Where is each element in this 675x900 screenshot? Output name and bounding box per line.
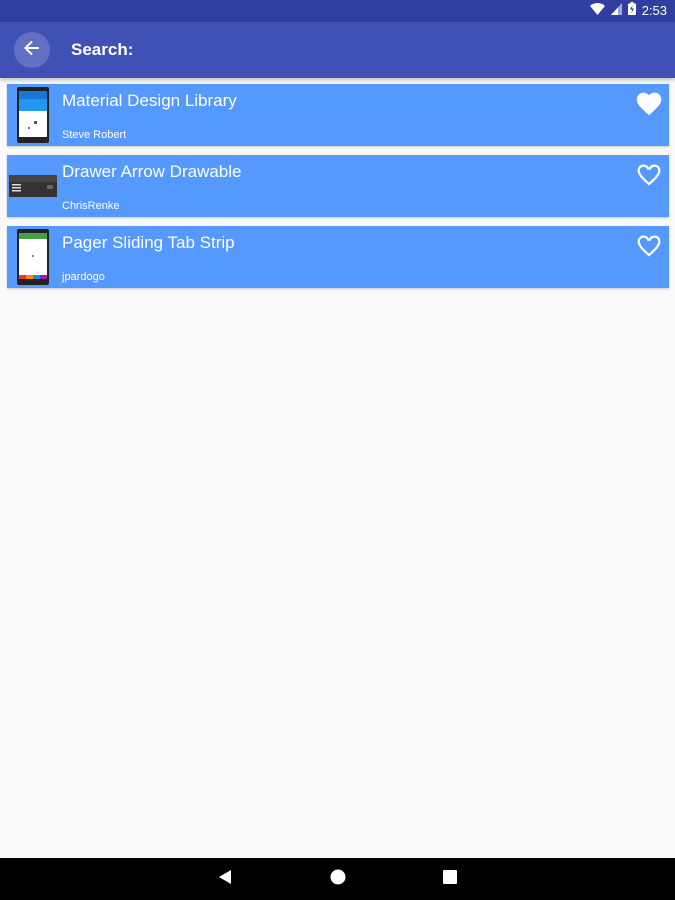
status-icons: 2:53	[589, 2, 667, 20]
item-title: Pager Sliding Tab Strip	[62, 233, 235, 252]
item-title: Drawer Arrow Drawable	[62, 162, 242, 181]
item-author: jpardogo	[62, 271, 105, 283]
back-button[interactable]	[14, 32, 50, 68]
signal-icon	[610, 2, 622, 20]
library-thumbnail	[9, 86, 57, 144]
nav-recents-button[interactable]	[441, 869, 459, 889]
list-item[interactable]: Drawer Arrow Drawable ChrisRenke	[7, 155, 669, 217]
item-author: ChrisRenke	[62, 200, 120, 212]
library-thumbnail	[9, 228, 57, 286]
heart-outline-icon	[634, 160, 664, 192]
heart-filled-icon	[634, 89, 664, 121]
favorite-button[interactable]	[633, 161, 665, 191]
page-title: Search:	[71, 40, 134, 59]
item-title: Material Design Library	[62, 91, 237, 110]
nav-back-button[interactable]	[216, 869, 234, 890]
item-author: Steve Robert	[62, 129, 127, 141]
list-item[interactable]: Pager Sliding Tab Strip jpardogo	[7, 226, 669, 288]
favorite-button[interactable]	[633, 90, 665, 120]
list-item[interactable]: Material Design Library Steve Robert	[7, 84, 669, 146]
status-bar: 2:53	[0, 0, 675, 22]
nav-home-button[interactable]	[329, 869, 347, 890]
back-triangle-icon	[217, 869, 233, 890]
arrow-back-icon	[24, 40, 40, 61]
navigation-bar	[0, 858, 675, 900]
wifi-icon	[589, 2, 605, 20]
status-time: 2:53	[641, 3, 667, 18]
home-circle-icon	[330, 869, 346, 890]
heart-outline-icon	[634, 231, 664, 263]
library-thumbnail	[9, 157, 57, 215]
search-results-list: Material Design Library Steve Robert Dra…	[7, 84, 669, 297]
favorite-button[interactable]	[633, 232, 665, 262]
app-bar: Search:	[0, 22, 675, 78]
battery-icon	[627, 2, 636, 20]
recents-square-icon	[443, 869, 457, 889]
